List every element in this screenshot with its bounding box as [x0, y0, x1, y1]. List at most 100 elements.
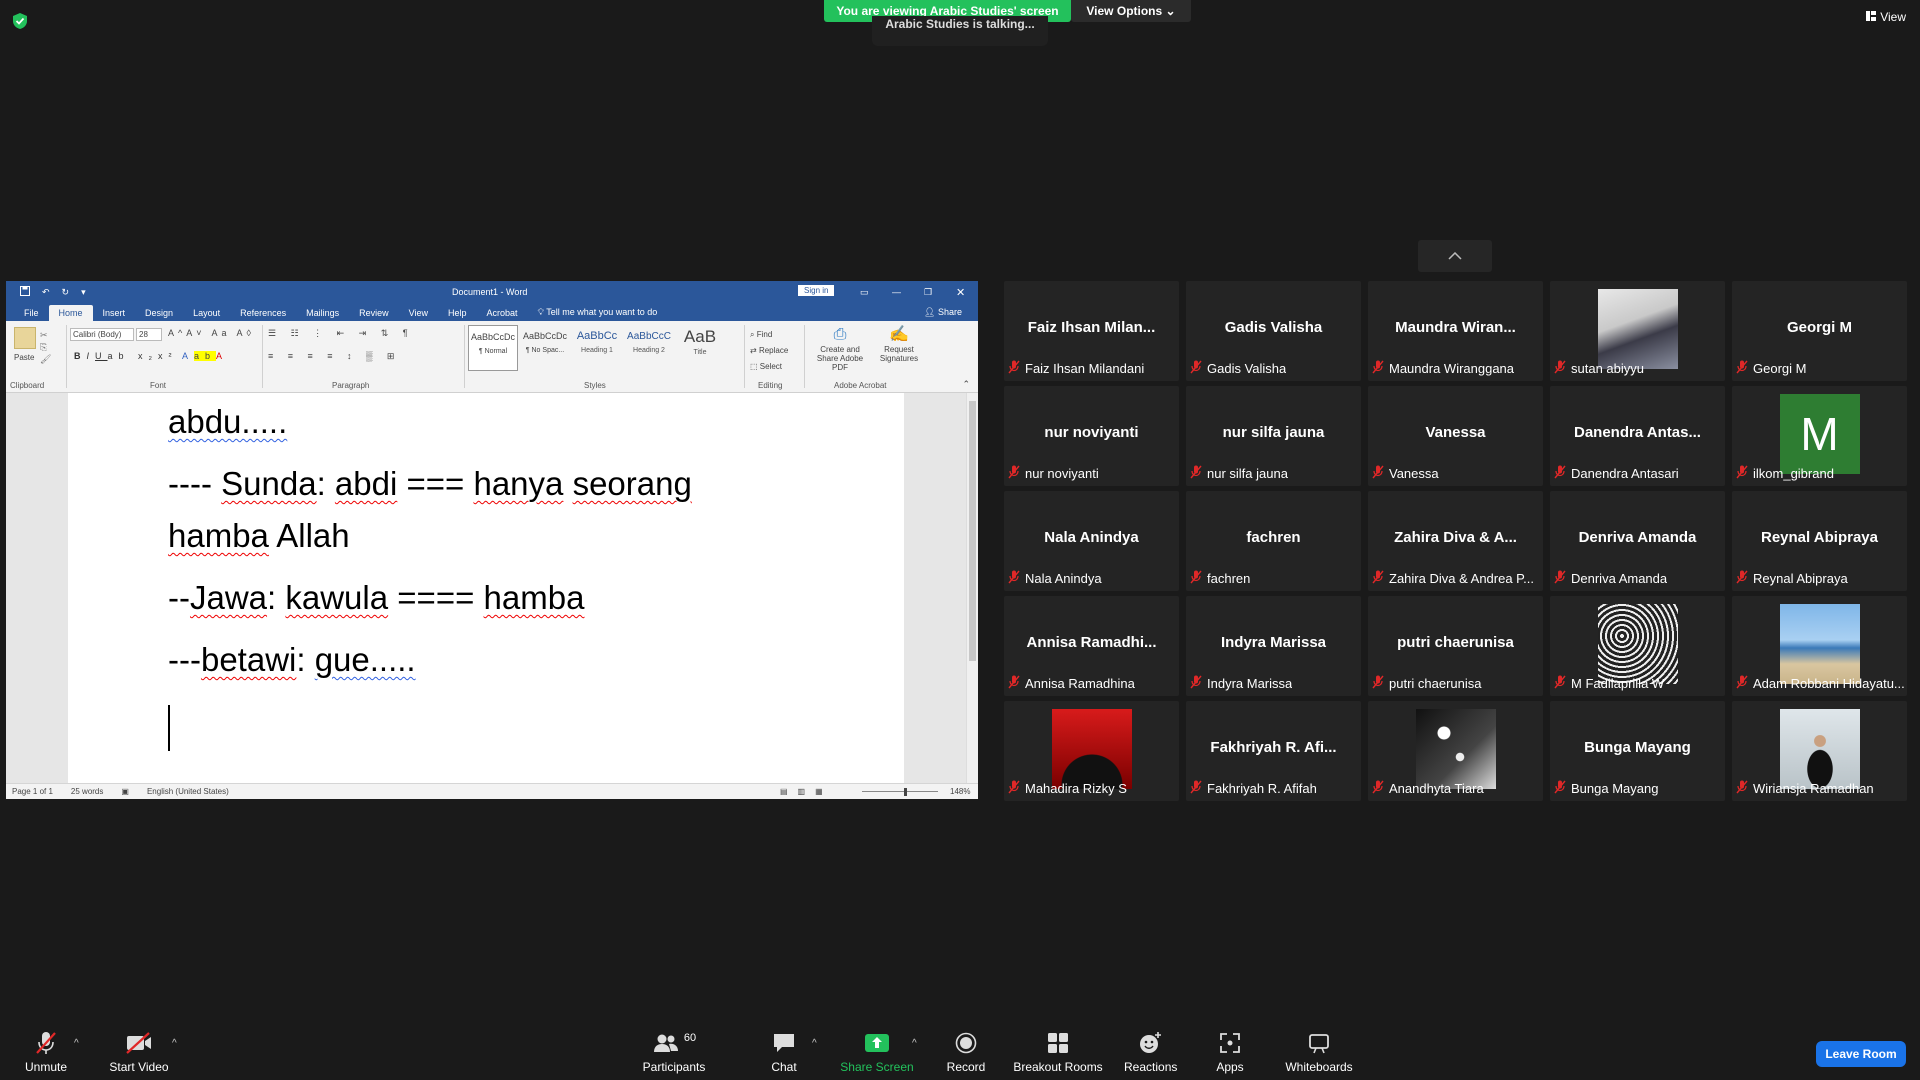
proofing-icon[interactable]: ▣	[121, 787, 129, 796]
breakout-rooms-button[interactable]: Breakout Rooms	[1012, 1030, 1104, 1074]
participant-tile[interactable]: Wiriansja Ramadhan	[1732, 701, 1907, 801]
tab-mailings[interactable]: Mailings	[296, 305, 349, 321]
share-screen-button[interactable]: Share Screen	[840, 1030, 914, 1074]
participant-tile[interactable]: Mahadira Rizky S	[1004, 701, 1179, 801]
security-shield-icon[interactable]	[12, 12, 28, 30]
page-count[interactable]: Page 1 of 1	[12, 787, 53, 796]
style-heading-1[interactable]: AaBbCc Heading 1	[572, 325, 622, 371]
zoom-level[interactable]: 148%	[950, 787, 970, 796]
participant-tile[interactable]: fachren fachren	[1186, 491, 1361, 591]
font-size-select[interactable]: 28	[136, 328, 162, 341]
participant-tile[interactable]: sutan abiyyu	[1550, 281, 1725, 381]
share-options-chevron-icon[interactable]: ^	[912, 1038, 917, 1049]
start-video-button[interactable]: Start Video	[104, 1030, 174, 1074]
chat-button[interactable]: Chat	[766, 1030, 802, 1074]
whiteboards-button[interactable]: Whiteboards	[1284, 1030, 1354, 1074]
grow-shrink-font-icons[interactable]: A^A˅ Aa A◊	[168, 328, 255, 338]
undo-icon[interactable]: ↶	[42, 287, 50, 298]
participant-tile[interactable]: Indyra Marissa Indyra Marissa	[1186, 596, 1361, 696]
participant-tile[interactable]: nur noviyanti nur noviyanti	[1004, 386, 1179, 486]
tell-me-search[interactable]: 💡︎ Tell me what you want to do	[528, 304, 668, 321]
participant-tile[interactable]: Fakhriyah R. Afi... Fakhriyah R. Afifah	[1186, 701, 1361, 801]
tab-home[interactable]: Home	[48, 305, 93, 321]
customize-quick-access-icon[interactable]: ▾	[81, 287, 86, 298]
cut-copy-format-icons[interactable]: ✂ ⎘ 🖌︎	[40, 329, 51, 365]
participants-button[interactable]: 60 Participants	[640, 1030, 708, 1074]
participant-tile[interactable]: putri chaerunisa putri chaerunisa	[1368, 596, 1543, 696]
collapse-ribbon-icon[interactable]: ⌃	[962, 379, 970, 390]
tab-insert[interactable]: Insert	[93, 305, 136, 321]
participant-tile[interactable]: Adam Robbani Hidayatu...	[1732, 596, 1907, 696]
font-format-buttons[interactable]: BIUab x₂x²	[74, 351, 178, 361]
participant-tile[interactable]: Milkom_gibrand	[1732, 386, 1907, 486]
style-heading-2[interactable]: AaBbCcC Heading 2	[624, 325, 674, 371]
tab-view[interactable]: View	[399, 305, 438, 321]
participant-tile[interactable]: Denriva Amanda Denriva Amanda	[1550, 491, 1725, 591]
chat-options-chevron-icon[interactable]: ^	[812, 1038, 817, 1049]
text-color-buttons[interactable]: AabA	[182, 351, 228, 361]
zoom-slider-handle[interactable]	[904, 788, 907, 796]
find-label: Find	[756, 330, 773, 339]
view-options-button[interactable]: View Options ⌄	[1071, 0, 1191, 22]
create-share-pdf-button[interactable]: ⎙ Create and Share Adobe PDF	[810, 325, 870, 372]
participant-tile[interactable]: Vanessa Vanessa	[1368, 386, 1543, 486]
list-buttons[interactable]: ☰ ☷ ⋮ ⇤ ⇥ ⇅ ¶	[268, 328, 414, 339]
paste-icon[interactable]	[14, 327, 36, 349]
redo-icon[interactable]: ↻	[62, 287, 70, 298]
participant-tile[interactable]: Nala Anindya Nala Anindya	[1004, 491, 1179, 591]
style-title[interactable]: AaB Title	[676, 325, 724, 371]
style-normal[interactable]: AaBbCcDc ¶ Normal	[468, 325, 518, 371]
word-count[interactable]: 25 words	[71, 787, 103, 796]
tab-help[interactable]: Help	[438, 305, 477, 321]
share-screen-label: Share Screen	[840, 1060, 914, 1074]
request-signatures-button[interactable]: ✍ Request Signatures	[874, 325, 924, 363]
font-name-select[interactable]: Calibri (Body)	[70, 328, 134, 341]
view-button[interactable]: View	[1866, 10, 1906, 24]
participant-tile[interactable]: nur silfa jauna nur silfa jauna	[1186, 386, 1361, 486]
ribbon-display-icon[interactable]: ▭	[860, 287, 869, 298]
unmute-button[interactable]: Unmute	[20, 1030, 72, 1074]
zoom-slider[interactable]	[862, 791, 938, 792]
find-button[interactable]: ⌕ Find	[750, 327, 788, 343]
participant-tile[interactable]: Reynal Abipraya Reynal Abipraya	[1732, 491, 1907, 591]
tab-acrobat[interactable]: Acrobat	[477, 305, 528, 321]
participant-tile[interactable]: Danendra Antas... Danendra Antasari	[1550, 386, 1725, 486]
participant-tile[interactable]: M Fadilaprilla W	[1550, 596, 1725, 696]
collapse-gallery-button[interactable]	[1418, 240, 1492, 272]
tab-file[interactable]: File	[14, 305, 49, 321]
share-button[interactable]: 👤︎ Share	[914, 304, 972, 321]
style-no-spacing[interactable]: AaBbCcDc ¶ No Spac...	[520, 325, 570, 371]
tab-design[interactable]: Design	[135, 305, 183, 321]
view-mode-buttons[interactable]: ▤▥▦	[780, 787, 833, 796]
participant-tile[interactable]: Gadis Valisha Gadis Valisha	[1186, 281, 1361, 381]
participant-tile[interactable]: Anandhyta Tiara	[1368, 701, 1543, 801]
tab-review[interactable]: Review	[349, 305, 399, 321]
video-options-chevron-icon[interactable]: ^	[172, 1038, 177, 1049]
style-name: Title	[693, 349, 707, 356]
participant-tile[interactable]: Bunga Mayang Bunga Mayang	[1550, 701, 1725, 801]
audio-options-chevron-icon[interactable]: ^	[74, 1038, 79, 1049]
participant-tile[interactable]: Zahira Diva & A... Zahira Diva & Andrea P…	[1368, 491, 1543, 591]
language-status[interactable]: English (United States)	[147, 787, 229, 796]
close-icon[interactable]: ✕	[956, 286, 965, 299]
participant-tile[interactable]: Georgi M Georgi M	[1732, 281, 1907, 381]
minimize-icon[interactable]: —	[892, 287, 901, 297]
vertical-scrollbar[interactable]	[966, 393, 978, 783]
participant-name-label: ilkom_gibrand	[1736, 465, 1834, 482]
restore-icon[interactable]: ❐	[924, 287, 932, 298]
apps-button[interactable]: Apps	[1210, 1030, 1250, 1074]
select-button[interactable]: ⬚ Select	[750, 359, 788, 375]
document-page[interactable]: abdu..... ---- Sunda: abdi === hanya seo…	[68, 393, 904, 783]
replace-button[interactable]: ⇄ Replace	[750, 343, 788, 359]
participant-tile[interactable]: Annisa Ramadhi... Annisa Ramadhina	[1004, 596, 1179, 696]
tab-layout[interactable]: Layout	[183, 305, 230, 321]
sign-in-button[interactable]: Sign in	[798, 285, 835, 296]
alignment-buttons[interactable]: ≡ ≡ ≡ ≡ ↕ ▒ ⊞	[268, 351, 400, 362]
participant-tile[interactable]: Maundra Wiran... Maundra Wiranggana	[1368, 281, 1543, 381]
reactions-button[interactable]: Reactions	[1124, 1030, 1177, 1074]
tab-references[interactable]: References	[230, 305, 296, 321]
record-button[interactable]: Record	[944, 1030, 988, 1074]
scrollbar-thumb[interactable]	[969, 401, 976, 661]
leave-room-button[interactable]: Leave Room	[1816, 1041, 1906, 1067]
participant-tile[interactable]: Faiz Ihsan Milan... Faiz Ihsan Milandani	[1004, 281, 1179, 381]
